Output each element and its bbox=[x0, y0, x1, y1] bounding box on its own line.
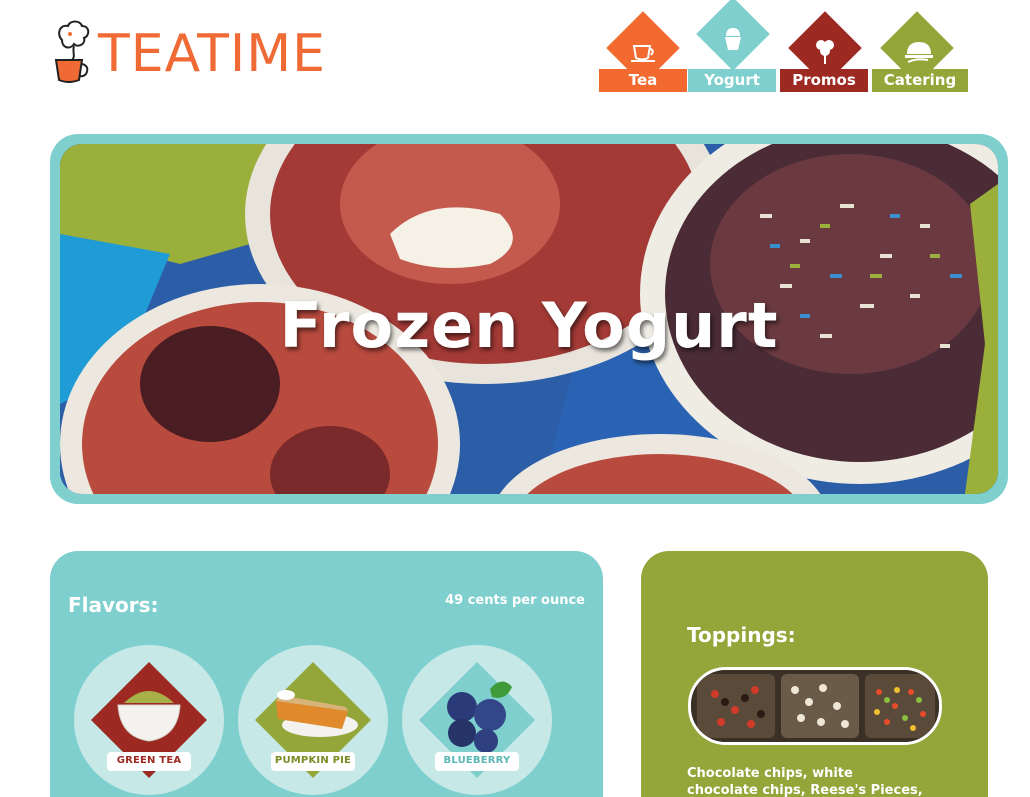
price-per-ounce: 49 cents per ounce bbox=[445, 593, 585, 608]
nav-catering-label: Catering bbox=[872, 69, 968, 92]
toppings-panel: Toppings: Chocolate chips, white chocola… bbox=[641, 551, 988, 797]
toppings-photo bbox=[688, 667, 942, 745]
nav-yogurt[interactable]: Yogurt bbox=[688, 0, 778, 92]
teacup-logo-icon bbox=[54, 20, 90, 83]
nav-catering[interactable]: Catering bbox=[872, 4, 968, 92]
logo-wordmark: TEATIME bbox=[98, 24, 326, 84]
flavor-green-tea[interactable]: GREEN TEA bbox=[74, 645, 224, 795]
pie-slice-icon bbox=[276, 690, 358, 737]
nav-promos[interactable]: Promos bbox=[780, 4, 870, 92]
nav-yogurt-label: Yogurt bbox=[688, 69, 776, 92]
flavor-label-green-tea: GREEN TEA bbox=[107, 752, 191, 771]
main-nav: Tea Yogurt Promos Catering bbox=[598, 0, 970, 92]
nav-tea[interactable]: Tea bbox=[598, 4, 688, 92]
toppings-trays-illustration bbox=[691, 670, 939, 742]
toppings-description: Chocolate chips, white chocolate chips, … bbox=[687, 766, 923, 797]
toppings-title: Toppings: bbox=[687, 623, 796, 647]
flavor-pumpkin-pie[interactable]: PUMPKIN PIE bbox=[238, 645, 388, 795]
flavor-blueberry[interactable]: BLUEBERRY bbox=[402, 645, 552, 795]
nav-tea-label: Tea bbox=[599, 69, 687, 92]
matcha-bowl-icon bbox=[117, 691, 181, 742]
hero-banner: Frozen Yogurt bbox=[50, 134, 1008, 504]
teacup-icon bbox=[631, 45, 655, 62]
yogurt-cup-icon bbox=[725, 28, 741, 50]
flavors-panel: Flavors: 49 cents per ounce GREEN TEA PU… bbox=[50, 551, 603, 797]
hero-image: Frozen Yogurt bbox=[60, 144, 998, 494]
nav-promos-label: Promos bbox=[780, 69, 868, 92]
flower-icon bbox=[816, 40, 834, 64]
serving-cloche-icon bbox=[905, 42, 933, 63]
blueberries-icon bbox=[447, 681, 512, 753]
flavors-title: Flavors: bbox=[68, 593, 159, 617]
site-logo[interactable]: TEATIME bbox=[52, 20, 332, 84]
flavor-label-blueberry: BLUEBERRY bbox=[435, 752, 519, 771]
flavor-label-pumpkin-pie: PUMPKIN PIE bbox=[271, 752, 355, 771]
hero-title: Frozen Yogurt bbox=[279, 289, 779, 362]
